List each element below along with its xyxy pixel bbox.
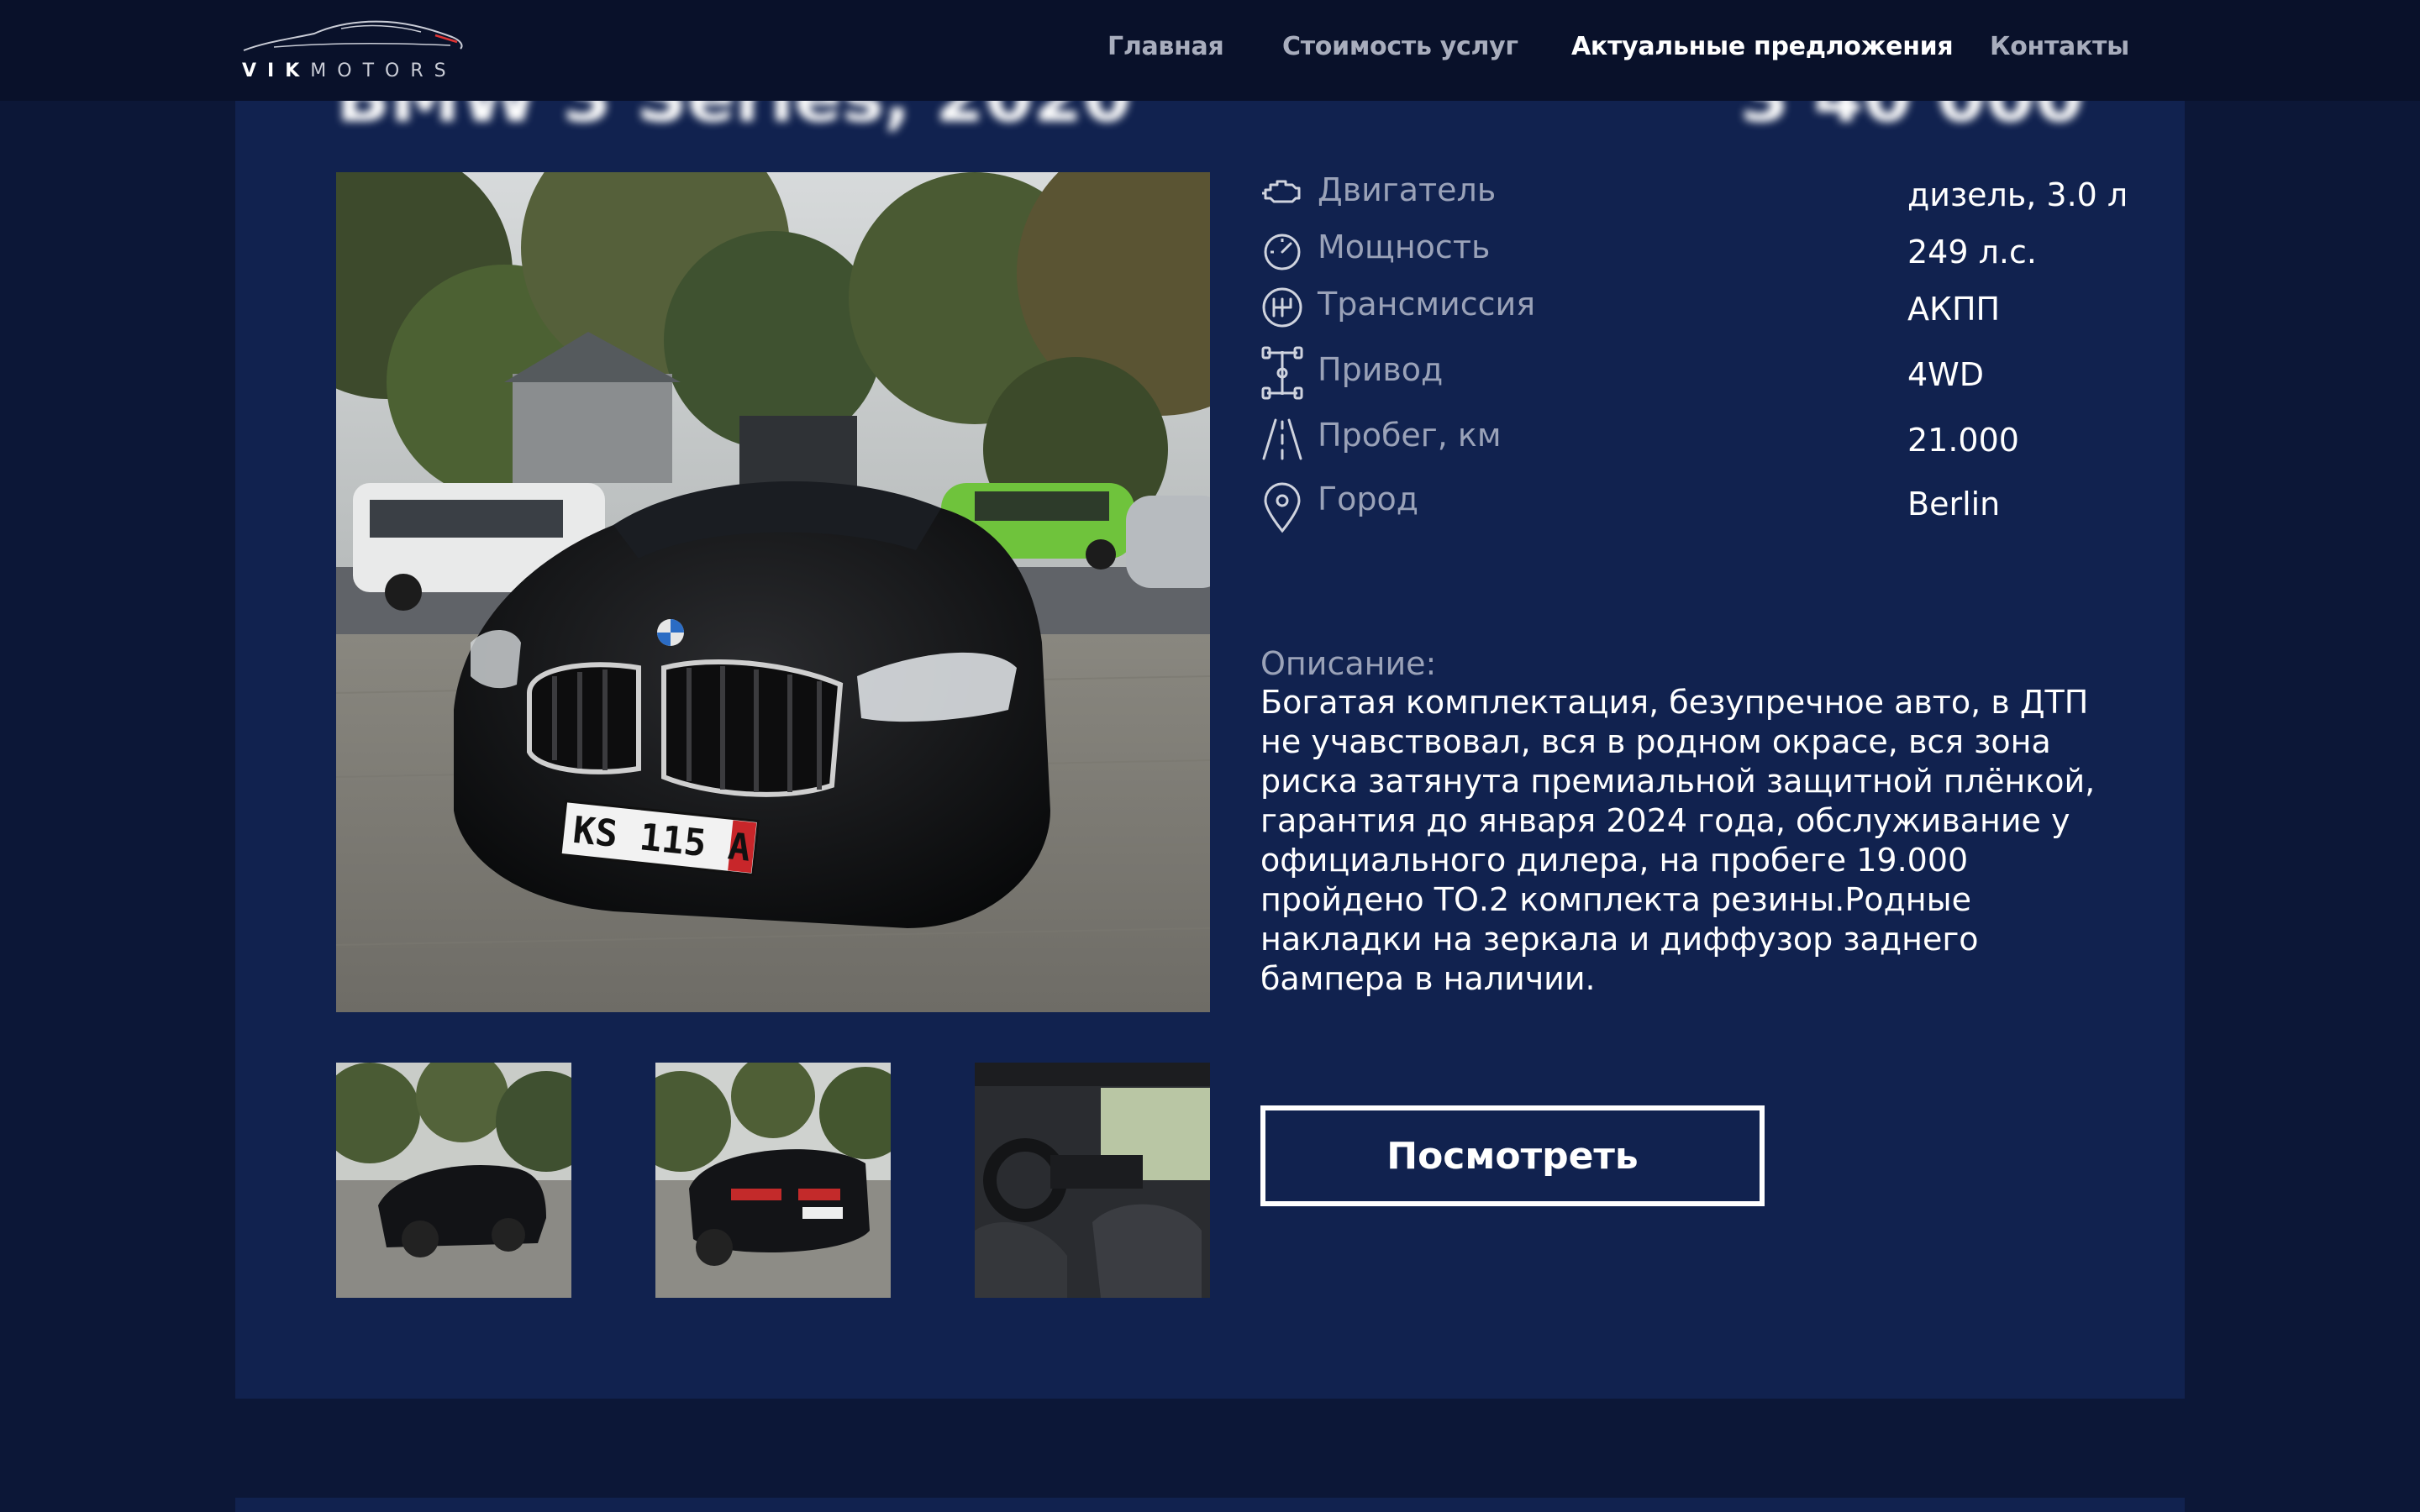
spec-row: Привод 4WD (1260, 346, 2101, 400)
drivetrain-icon (1261, 346, 1303, 400)
spec-value: АКПП (1907, 291, 2001, 328)
spec-row: Мощность 249 л.с. (1260, 225, 2101, 276)
thumbnail-photo-1[interactable] (336, 1063, 571, 1298)
nav-contacts[interactable]: Контакты (1990, 32, 2129, 61)
spec-label: Пробег, км (1318, 417, 1502, 454)
main-car-photo[interactable]: KS 115 A (336, 172, 1210, 1012)
gearbox-icon (1262, 287, 1302, 328)
next-listing-card (235, 1498, 2185, 1512)
speedometer-icon (1264, 234, 1301, 270)
view-button[interactable]: Посмотреть (1260, 1105, 1765, 1206)
nav-pricing[interactable]: Стоимость услуг (1282, 32, 1518, 61)
spec-label: Привод (1318, 351, 1444, 388)
spec-row: Пробег, км 21.000 (1260, 413, 2101, 464)
spec-label: Мощность (1318, 228, 1491, 265)
spec-value: Berlin (1907, 486, 2001, 522)
main-nav: Главная Стоимость услуг Актуальные предл… (0, 32, 2420, 69)
thumbnail-photo-3[interactable] (975, 1063, 1210, 1298)
description-label: Описание: (1260, 645, 1437, 682)
spec-row: Двигатель дизель, 3.0 л (1260, 168, 2128, 218)
spec-label: Двигатель (1318, 171, 1497, 208)
spec-label: Трансмиссия (1318, 286, 1536, 323)
spec-value: 4WD (1907, 356, 1985, 393)
spec-value: дизель, 3.0 л (1907, 176, 2128, 213)
listing-card: BMW 3 Series, 2020 3 40 000 (235, 0, 2185, 1399)
road-icon (1262, 418, 1302, 460)
engine-icon (1262, 180, 1301, 203)
spec-value: 249 л.с. (1907, 234, 2037, 270)
thumbnail-photo-2[interactable] (655, 1063, 891, 1298)
spec-value: 21.000 (1907, 422, 2019, 459)
site-header: VIKMOTORS Главная Стоимость услуг Актуал… (0, 0, 2420, 101)
location-pin-icon (1264, 482, 1301, 533)
spec-label: Город (1318, 480, 1419, 517)
description-text: Богатая комплектация, безупречное авто, … (1260, 684, 2096, 997)
spec-row: Город Berlin (1260, 477, 2101, 533)
spec-row: Трансмиссия АКПП (1260, 282, 2101, 333)
nav-offers[interactable]: Актуальные предложения (1571, 32, 1954, 61)
nav-home[interactable]: Главная (1107, 32, 1224, 61)
